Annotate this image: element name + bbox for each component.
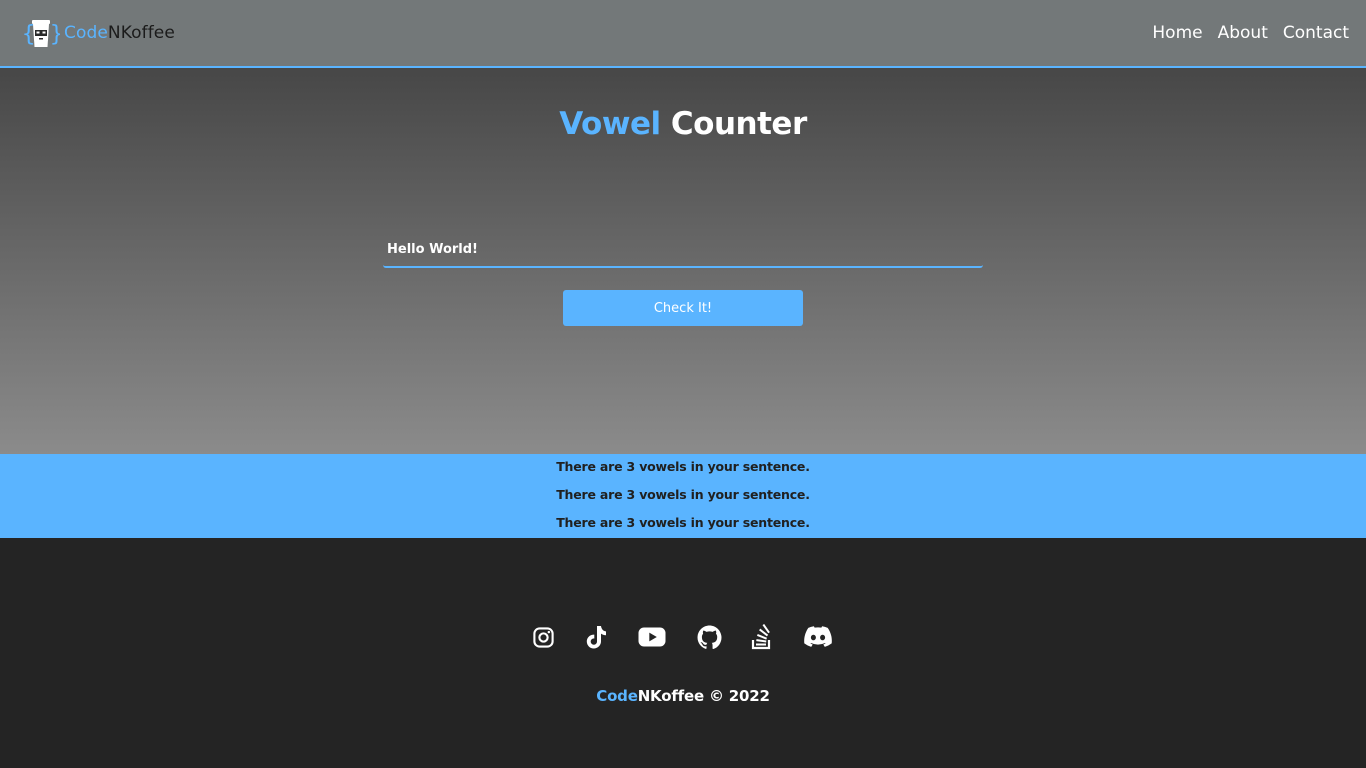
svg-text:}: } bbox=[50, 22, 60, 47]
footer: CodeNKoffee © 2022 bbox=[0, 538, 1366, 768]
tiktok-icon[interactable] bbox=[584, 624, 608, 650]
youtube-icon[interactable] bbox=[638, 624, 666, 650]
brand-name-code: Code bbox=[64, 23, 108, 43]
nav-menu: Home About Contact bbox=[1152, 0, 1349, 66]
check-it-button[interactable]: Check It! bbox=[563, 290, 803, 326]
copyright-brand-rest: NKoffee © 2022 bbox=[637, 687, 770, 705]
page-title: Vowel Counter bbox=[0, 106, 1366, 142]
results-banner: There are 3 vowels in your sentence. The… bbox=[0, 454, 1366, 538]
page-title-accent: Vowel bbox=[559, 106, 661, 142]
result-message: There are 3 vowels in your sentence. bbox=[556, 515, 810, 530]
stackoverflow-icon[interactable] bbox=[751, 624, 773, 650]
navbar: { } CodeNKoffee Home About Contact bbox=[0, 0, 1366, 68]
nav-link-contact[interactable]: Contact bbox=[1283, 23, 1349, 43]
copyright-text: CodeNKoffee © 2022 bbox=[0, 687, 1366, 705]
nav-link-home[interactable]: Home bbox=[1152, 23, 1202, 43]
coffee-cup-logo-icon: { } bbox=[22, 20, 60, 47]
page-title-rest: Counter bbox=[670, 106, 807, 142]
brand-name: CodeNKoffee bbox=[64, 23, 175, 43]
brand-logo[interactable]: { } CodeNKoffee bbox=[22, 16, 175, 50]
brand-name-rest: NKoffee bbox=[107, 23, 175, 43]
discord-icon[interactable] bbox=[804, 624, 832, 650]
github-icon[interactable] bbox=[697, 624, 722, 650]
sentence-input[interactable] bbox=[383, 232, 983, 266]
result-message: There are 3 vowels in your sentence. bbox=[556, 487, 810, 502]
vowel-counter-section: Vowel Counter Check It! bbox=[0, 68, 1366, 454]
result-message: There are 3 vowels in your sentence. bbox=[556, 459, 810, 474]
instagram-icon[interactable] bbox=[532, 624, 555, 650]
sentence-input-wrapper bbox=[383, 232, 983, 268]
social-links bbox=[0, 624, 1366, 650]
nav-link-about[interactable]: About bbox=[1218, 23, 1268, 43]
copyright-brand-code: Code bbox=[596, 687, 638, 705]
